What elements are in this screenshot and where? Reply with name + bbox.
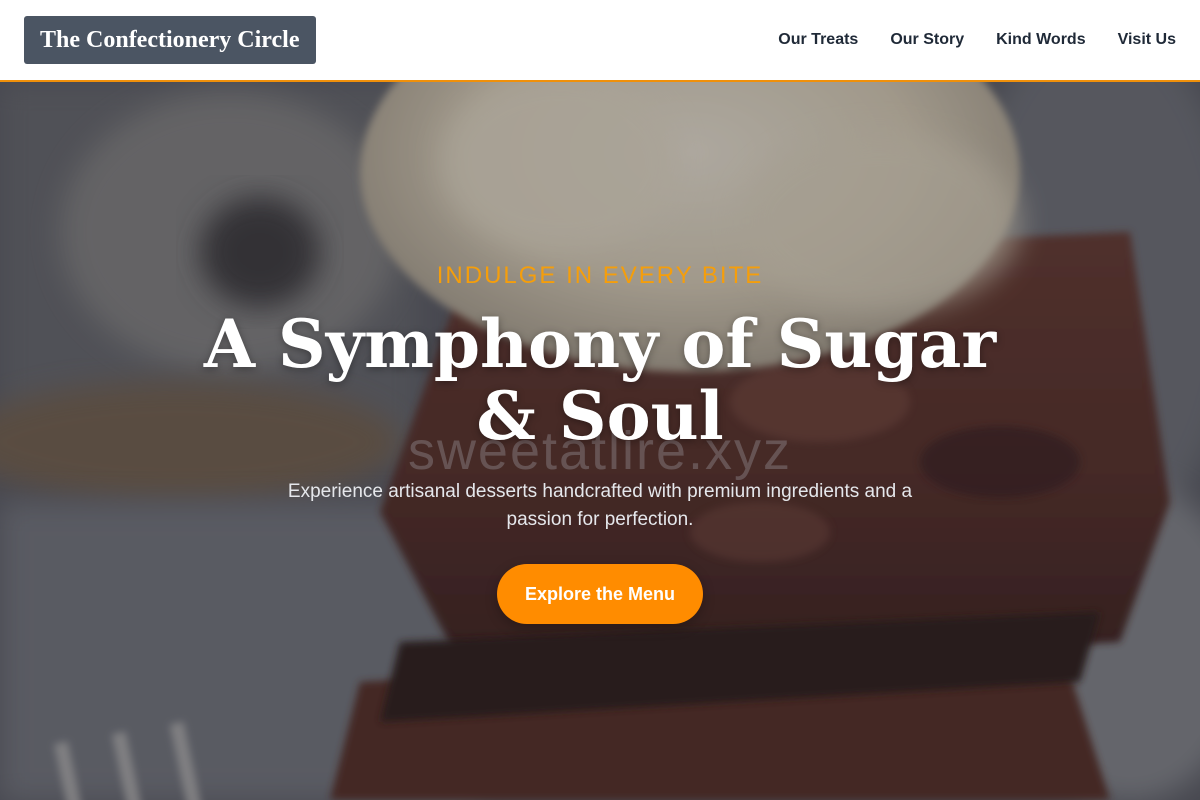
hero-section: sweetatlire.xyz INDULGE IN EVERY BITE A … bbox=[0, 82, 1200, 800]
site-header: The Confectionery Circle Our Treats Our … bbox=[0, 0, 1200, 82]
hero-subtitle: Experience artisanal desserts handcrafte… bbox=[287, 481, 913, 530]
nav-link-kind-words[interactable]: Kind Words bbox=[996, 31, 1085, 49]
hero-title: A Symphony of Sugar & Soul bbox=[203, 305, 997, 455]
explore-menu-button[interactable]: Explore the Menu bbox=[497, 564, 703, 624]
nav-link-our-treats[interactable]: Our Treats bbox=[778, 31, 858, 49]
nav-link-our-story[interactable]: Our Story bbox=[890, 31, 964, 49]
site-logo[interactable]: The Confectionery Circle bbox=[24, 16, 316, 64]
hero-eyebrow: INDULGE IN EVERY BITE bbox=[436, 262, 764, 289]
nav-link-visit-us[interactable]: Visit Us bbox=[1118, 31, 1176, 49]
main-nav: Our Treats Our Story Kind Words Visit Us bbox=[778, 31, 1176, 49]
